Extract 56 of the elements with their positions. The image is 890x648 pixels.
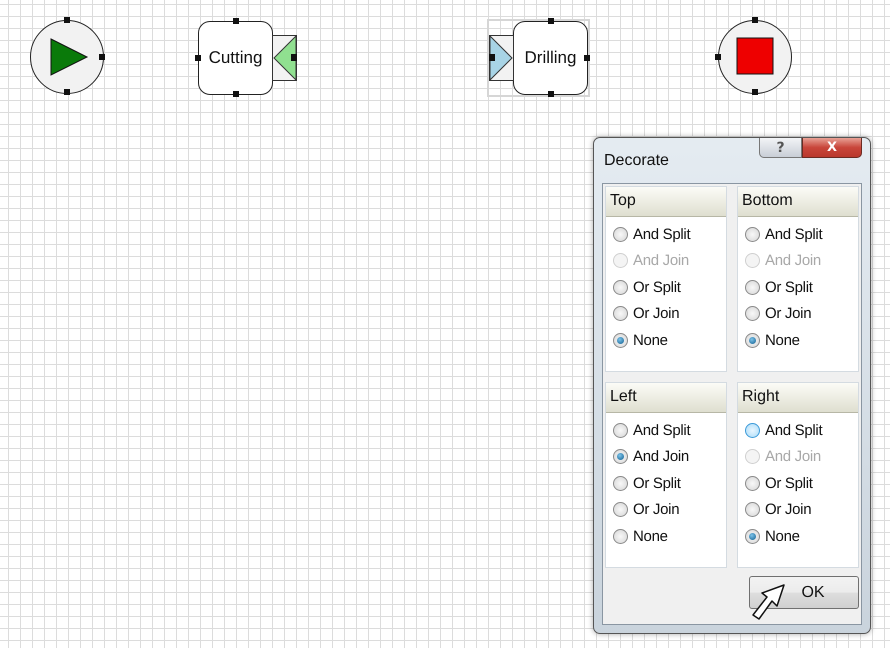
radio-button[interactable]: [613, 332, 628, 348]
radio-option[interactable]: Or Split: [745, 274, 858, 300]
radio-option[interactable]: And Join: [613, 444, 726, 470]
stop-square-icon: [736, 37, 776, 77]
group-header: Bottom: [738, 187, 858, 217]
help-button[interactable]: ?: [759, 138, 802, 158]
radio-option[interactable]: Or Join: [613, 496, 726, 523]
group-header: Right: [738, 383, 858, 413]
mouse-pointer-icon: [752, 584, 786, 622]
radio-button[interactable]: [745, 332, 760, 348]
connection-port[interactable]: [232, 18, 238, 24]
radio-button[interactable]: [745, 502, 760, 518]
radio-button[interactable]: [613, 476, 628, 491]
radio-button[interactable]: [613, 306, 628, 322]
close-button[interactable]: X: [802, 138, 862, 158]
task-node[interactable]: Cutting: [198, 21, 273, 95]
radio-button[interactable]: [745, 280, 760, 295]
radio-button[interactable]: [613, 449, 628, 464]
radio-option[interactable]: None: [745, 523, 858, 550]
radio-option[interactable]: Or Join: [613, 300, 726, 327]
radio-option[interactable]: None: [613, 523, 726, 550]
play-triangle-icon: [49, 37, 89, 77]
radio-button[interactable]: [613, 528, 628, 544]
radio-button[interactable]: [745, 226, 760, 242]
connection-port[interactable]: [548, 91, 554, 97]
radio-button[interactable]: [745, 476, 760, 491]
connection-port[interactable]: [548, 18, 554, 24]
end-node[interactable]: [718, 20, 792, 94]
radio-option[interactable]: None: [613, 327, 726, 354]
radio-button[interactable]: [613, 422, 628, 438]
radio-option[interactable]: Or Split: [745, 470, 858, 496]
radio-button[interactable]: [745, 306, 760, 322]
radio-option[interactable]: And Split: [745, 221, 858, 248]
radio-option[interactable]: Or Split: [613, 274, 726, 300]
task-label: Cutting: [208, 48, 262, 68]
gateway-decoration-icon[interactable]: [272, 35, 297, 81]
radio-option[interactable]: Or Join: [745, 496, 858, 523]
radio-option[interactable]: Or Split: [613, 470, 726, 496]
group-header: Left: [606, 383, 726, 413]
radio-button[interactable]: [613, 280, 628, 295]
radio-button[interactable]: [745, 422, 760, 438]
task-label: Drilling: [524, 48, 576, 68]
radio-option[interactable]: None: [745, 327, 858, 354]
radio-option[interactable]: And Split: [613, 417, 726, 444]
dialog-title: Decorate: [604, 152, 669, 170]
connection-port[interactable]: [232, 91, 238, 97]
radio-button[interactable]: [613, 226, 628, 242]
radio-button[interactable]: [745, 528, 760, 544]
task-node[interactable]: Drilling: [513, 21, 588, 95]
radio-option[interactable]: And Split: [745, 417, 858, 444]
ok-button[interactable]: OK: [749, 576, 859, 609]
radio-option[interactable]: Or Join: [745, 300, 858, 327]
gateway-decoration-icon[interactable]: [489, 35, 514, 81]
radio-option[interactable]: And Split: [613, 221, 726, 248]
group-header: Top: [606, 187, 726, 217]
radio-button[interactable]: [613, 502, 628, 518]
